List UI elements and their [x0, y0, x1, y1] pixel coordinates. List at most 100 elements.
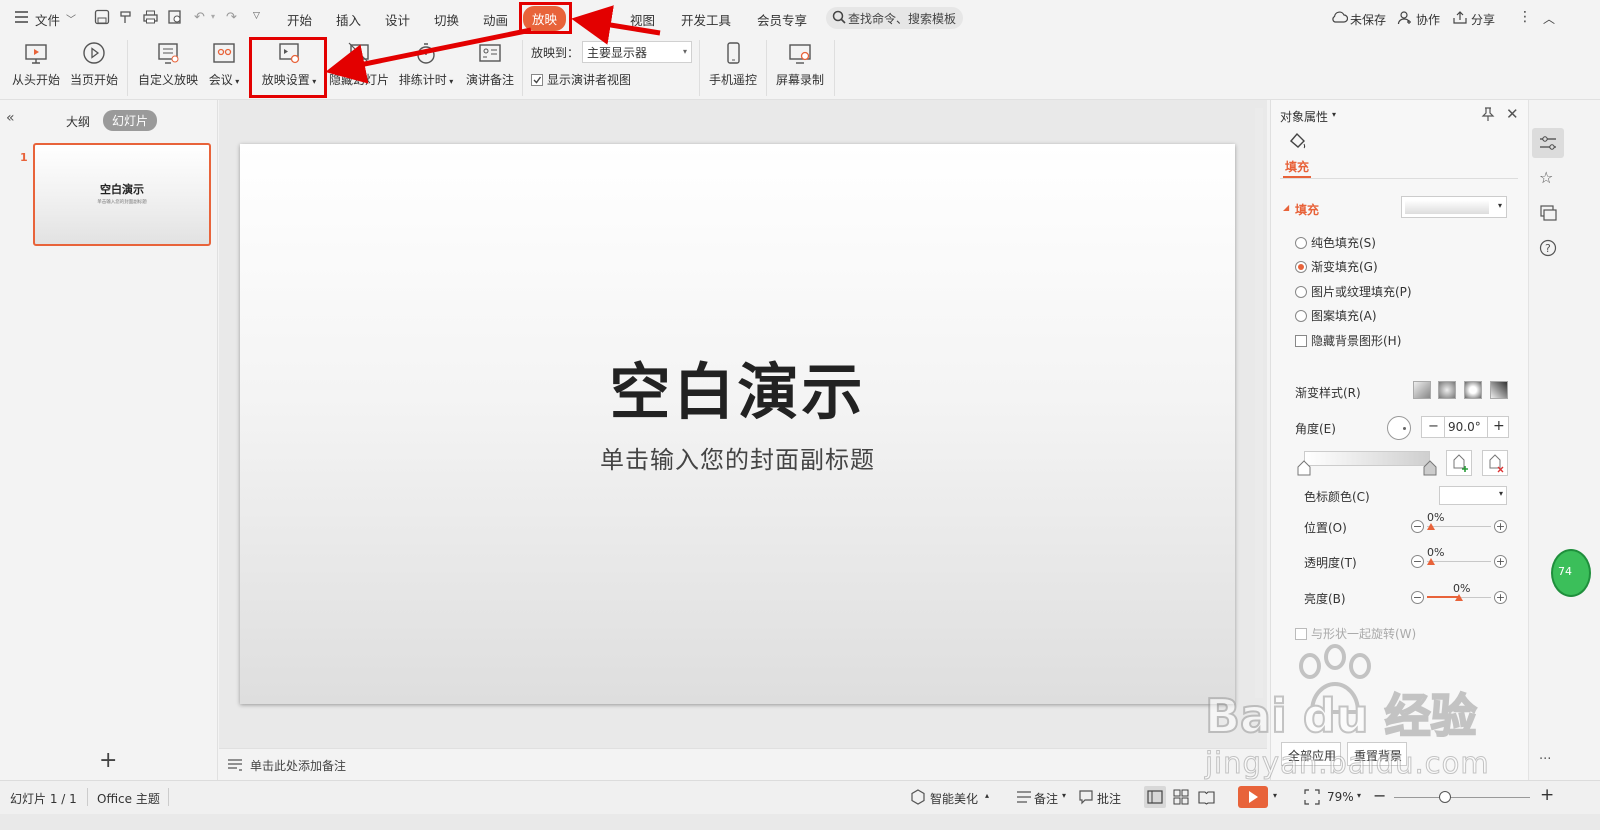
dropdown-caret-icon[interactable]: ▾	[1273, 791, 1277, 800]
play-to-select[interactable]: 主要显示器 ▾	[582, 41, 692, 63]
zoom-out-icon[interactable]: −	[1373, 786, 1386, 805]
gradient-stop-left[interactable]	[1297, 460, 1311, 479]
hide-bg-checkbox[interactable]: 隐藏背景图形(H)	[1295, 332, 1401, 349]
print-icon[interactable]	[142, 9, 159, 28]
animation-star-icon[interactable]: ☆	[1539, 168, 1553, 187]
gradient-path-swatch[interactable]	[1490, 381, 1508, 399]
undo-icon[interactable]: ↶	[194, 10, 205, 25]
gradient-radial-swatch[interactable]	[1438, 381, 1456, 399]
file-menu[interactable]: 文件	[35, 10, 60, 29]
help-icon[interactable]: ?	[1539, 239, 1557, 260]
slide-subtitle[interactable]: 单击输入您的封面副标题	[240, 440, 1235, 475]
transparency-plus-icon[interactable]: +	[1494, 555, 1507, 568]
add-stop-button[interactable]	[1446, 450, 1472, 476]
apply-all-button[interactable]: 全部应用	[1281, 742, 1341, 766]
slide-library-icon[interactable]	[1539, 204, 1557, 225]
tab-design[interactable]: 设计	[385, 10, 410, 29]
fill-pattern-radio[interactable]: 图案填充(A)	[1295, 307, 1377, 324]
collapse-ribbon-icon[interactable]: ︿	[1543, 10, 1555, 27]
tab-animation[interactable]: 动画	[483, 10, 508, 29]
command-search[interactable]: 查找命令、搜索模板	[826, 7, 963, 29]
collapse-pane-icon[interactable]: «	[6, 110, 15, 126]
minus-icon[interactable]: −	[1428, 419, 1439, 434]
position-plus-icon[interactable]: +	[1494, 520, 1507, 533]
speaker-notes-button[interactable]: 演讲备注	[465, 41, 515, 88]
panel-title[interactable]: 对象属性	[1280, 108, 1328, 125]
play-slideshow-button[interactable]	[1238, 786, 1268, 808]
gradient-rect-swatch[interactable]	[1464, 381, 1482, 399]
slide-thumbnail[interactable]: 空白演示 单击输入您的封面副标题	[33, 143, 211, 246]
floating-badge[interactable]: 74	[1551, 549, 1591, 597]
normal-view-button[interactable]	[1144, 786, 1166, 808]
more-horizontal-icon[interactable]: ···	[1539, 752, 1551, 767]
slide-title[interactable]: 空白演示	[240, 342, 1235, 431]
angle-value[interactable]: 90.0°	[1448, 420, 1481, 434]
comments-button[interactable]: 批注	[1097, 790, 1121, 807]
gradient-stop-right[interactable]	[1423, 460, 1437, 479]
gradient-bar[interactable]	[1304, 451, 1430, 466]
redo-icon[interactable]: ↷	[226, 10, 237, 25]
properties-tab-button[interactable]	[1532, 128, 1564, 158]
format-painter-icon[interactable]	[118, 9, 134, 28]
close-icon[interactable]: ✕	[1506, 105, 1519, 123]
angle-stepper[interactable]: − 90.0° +	[1421, 416, 1509, 438]
tab-transition[interactable]: 切换	[434, 10, 459, 29]
vertical-scrollbar[interactable]	[1255, 108, 1263, 698]
angle-dial[interactable]	[1387, 416, 1411, 440]
stop-color-select[interactable]: ▾	[1439, 486, 1507, 505]
chevron-up-icon[interactable]: ▴	[985, 791, 989, 800]
pin-icon[interactable]	[1481, 107, 1495, 124]
slide[interactable]: 空白演示 单击输入您的封面副标题	[240, 144, 1235, 704]
fill-gradient-radio[interactable]: 渐变填充(G)	[1295, 258, 1378, 275]
tab-review[interactable]: 审阅	[581, 10, 606, 29]
fit-window-icon[interactable]	[1304, 789, 1320, 808]
zoom-in-icon[interactable]: +	[1540, 785, 1554, 805]
add-slide-icon[interactable]: +	[99, 750, 117, 772]
share-button[interactable]: 分享	[1471, 11, 1495, 28]
slider-thumb-icon[interactable]	[1427, 523, 1435, 530]
fill-preview-select[interactable]: ▾	[1401, 196, 1507, 218]
position-slider[interactable]	[1427, 526, 1491, 527]
notes-bar[interactable]: 单击此处添加备注	[219, 748, 1267, 780]
plus-icon[interactable]: +	[1493, 418, 1505, 434]
screen-record-button[interactable]: 屏幕录制	[775, 41, 825, 88]
tab-outline[interactable]: 大纲	[66, 113, 90, 130]
customize-quick-access-icon[interactable]: ▽	[253, 11, 260, 21]
tab-slides[interactable]: 幻灯片	[103, 110, 158, 131]
hide-slide-button[interactable]: 隐藏幻灯片	[329, 41, 389, 88]
brightness-minus-icon[interactable]: −	[1411, 591, 1424, 604]
notes-toggle-button[interactable]: 备注	[1034, 790, 1058, 807]
collab-button[interactable]: 协作	[1416, 11, 1440, 28]
custom-show-button[interactable]: 自定义放映	[137, 41, 199, 88]
phone-remote-button[interactable]: 手机遥控	[708, 41, 758, 88]
chevron-down-icon[interactable]: ﹀	[66, 11, 76, 26]
dropdown-caret-icon[interactable]: ▾	[1357, 791, 1361, 800]
presenter-view-checkbox[interactable]: 显示演讲者视图	[531, 71, 631, 88]
from-start-button[interactable]: 从头开始	[12, 41, 60, 88]
fill-solid-radio[interactable]: 纯色填充(S)	[1295, 234, 1376, 251]
dropdown-caret-icon[interactable]: ▾	[1062, 791, 1066, 800]
gradient-linear-swatch[interactable]	[1413, 381, 1431, 399]
tab-insert[interactable]: 插入	[336, 10, 361, 29]
fill-bucket-icon[interactable]	[1287, 131, 1307, 154]
reading-view-icon[interactable]	[1198, 789, 1215, 808]
rehearse-button[interactable]: 排练计时 ▾	[398, 41, 454, 88]
zoom-slider[interactable]	[1394, 797, 1530, 798]
beautify-button[interactable]: 智能美化	[930, 790, 978, 807]
undo-dropdown-icon[interactable]: ▾	[211, 12, 215, 21]
tab-member[interactable]: 会员专享	[757, 10, 807, 29]
zoom-level[interactable]: 79%	[1327, 790, 1354, 804]
remove-stop-button[interactable]	[1482, 450, 1508, 476]
slider-thumb-icon[interactable]	[1455, 594, 1463, 601]
transparency-minus-icon[interactable]: −	[1411, 555, 1424, 568]
brightness-plus-icon[interactable]: +	[1494, 591, 1507, 604]
more-vertical-icon[interactable]: ⋮	[1518, 9, 1532, 25]
slider-thumb-icon[interactable]	[1427, 558, 1435, 565]
zoom-slider-thumb[interactable]	[1439, 791, 1451, 803]
reset-bg-button[interactable]: 重置背景	[1347, 742, 1407, 766]
save-icon[interactable]	[94, 9, 110, 28]
position-minus-icon[interactable]: −	[1411, 520, 1424, 533]
meeting-button[interactable]: 会议 ▾	[206, 41, 242, 88]
tab-developer[interactable]: 开发工具	[681, 10, 731, 29]
print-preview-icon[interactable]	[167, 9, 184, 28]
